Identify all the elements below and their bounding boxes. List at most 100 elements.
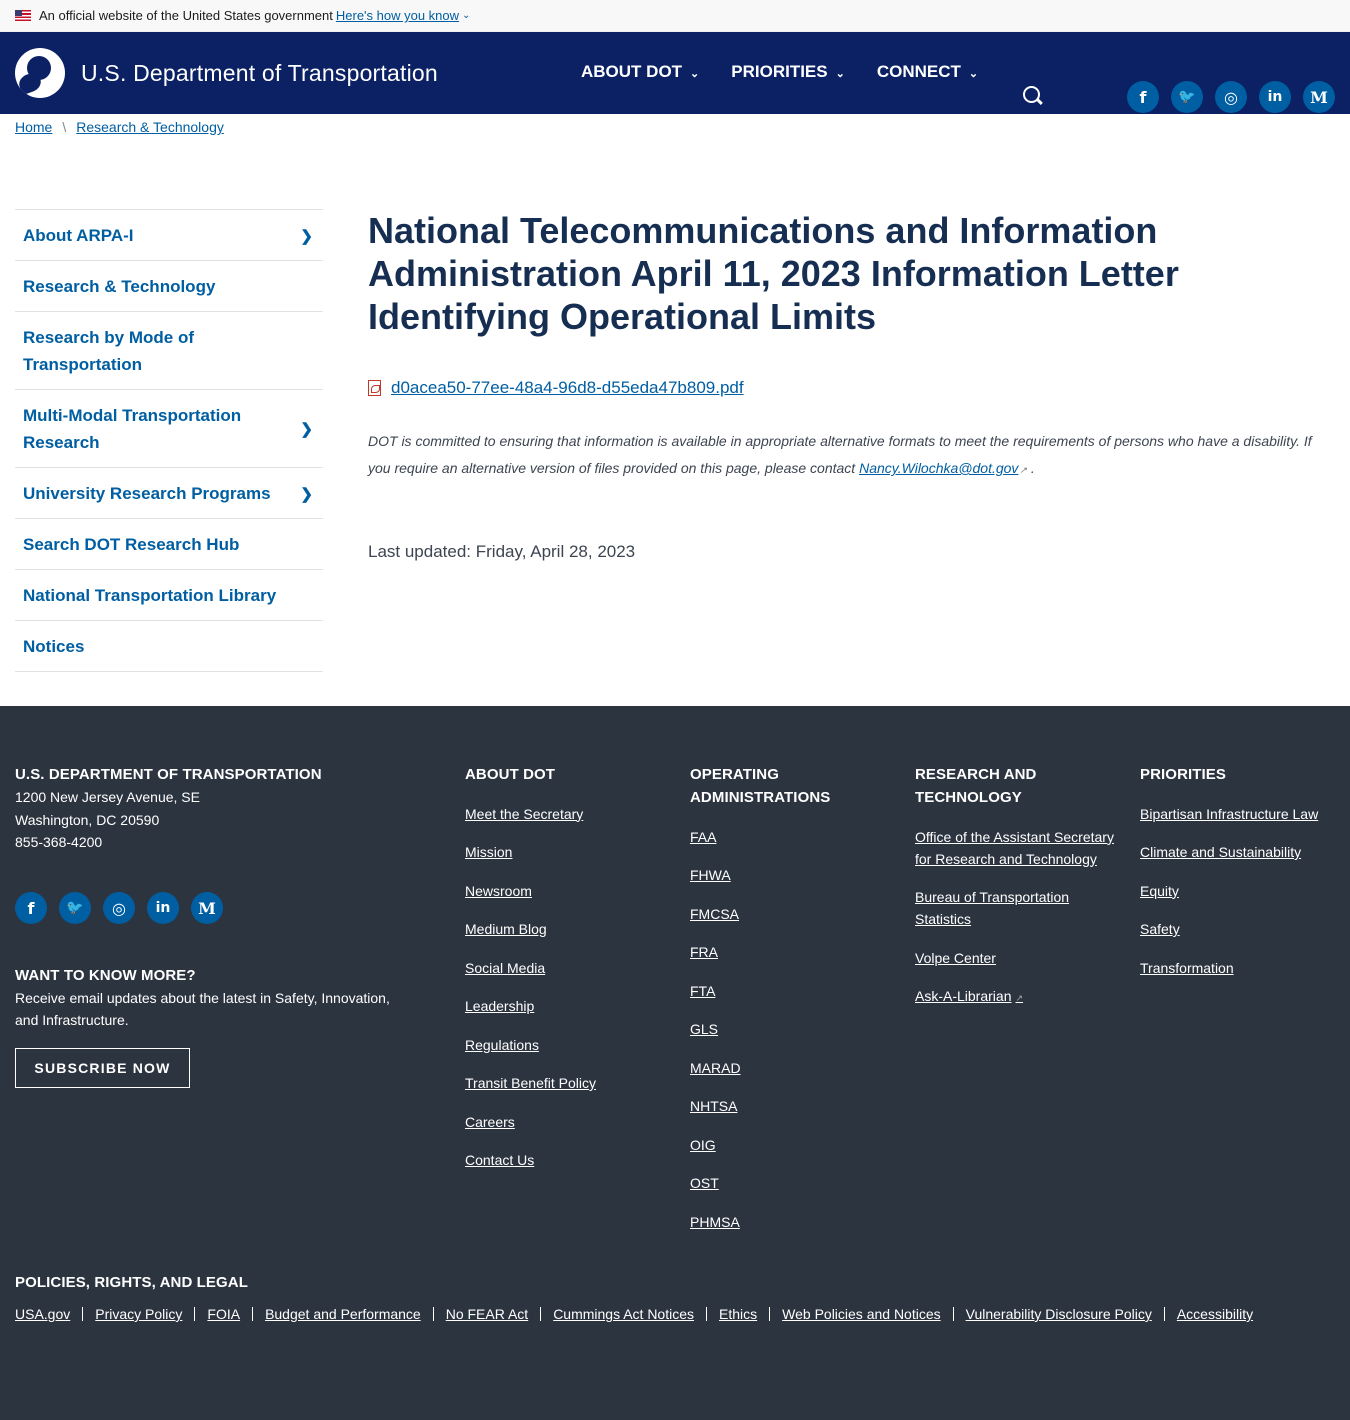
site-header: U.S. Department of Transportation ABOUT … [0,32,1350,114]
nav-about-dot[interactable]: ABOUT DOT ⌄ [581,62,699,82]
footer-link-bts[interactable]: Bureau of Transportation Statistics [915,886,1115,930]
footer-link-mission[interactable]: Mission [465,841,665,863]
chevron-right-icon[interactable]: ❯ [300,485,313,503]
footer-dept-heading: U.S. DEPARTMENT OF TRANSPORTATION [15,766,322,783]
contact-email-link[interactable]: Nancy.Wilochka@dot.gov [859,460,1018,476]
footer-link-regulations[interactable]: Regulations [465,1034,665,1056]
footer-link-fta[interactable]: FTA [690,980,890,1002]
subscribe-button[interactable]: SUBSCRIBE NOW [15,1048,190,1088]
instagram-icon[interactable]: ◎ [103,892,135,924]
footer-link-meet-secretary[interactable]: Meet the Secretary [465,803,665,825]
sidenav-item-search-research-hub[interactable]: Search DOT Research Hub [15,519,323,570]
medium-icon[interactable]: M [1303,81,1335,113]
pdf-file-link[interactable]: d0acea50-77ee-48a4-96d8-d55eda47b809.pdf [391,378,744,398]
footer-link-medium-blog[interactable]: Medium Blog [465,918,665,940]
policy-link-foia[interactable]: FOIA [207,1306,240,1322]
footer-research-heading: RESEARCH AND TECHNOLOGY [915,766,1037,806]
sidenav-item-research-by-mode[interactable]: Research by Mode of Transportation [15,312,323,390]
footer-link-safety[interactable]: Safety [1140,918,1340,940]
policy-link-privacy[interactable]: Privacy Policy [95,1306,182,1322]
footer-phone: 855-368-4200 [15,834,103,850]
sidenav-item-national-transportation-library[interactable]: National Transportation Library [15,570,323,621]
footer-link-phmsa[interactable]: PHMSA [690,1211,890,1233]
policy-link-web-policies[interactable]: Web Policies and Notices [782,1306,940,1322]
us-flag-icon [15,10,31,21]
chevron-right-icon[interactable]: ❯ [300,227,313,245]
policy-link-budget[interactable]: Budget and Performance [265,1306,421,1322]
policy-link-no-fear[interactable]: No FEAR Act [446,1306,528,1322]
sidenav-item-about-arpa-i[interactable]: About ARPA-I ❯ [15,210,323,261]
footer-link-fhwa[interactable]: FHWA [690,864,890,886]
footer-link-ask-a-librarian[interactable]: Ask-A-Librarian ↗ [915,985,1115,1009]
sidenav-item-label: University Research Programs [23,484,271,503]
gov-banner-text: An official website of the United States… [39,8,333,23]
footer-link-careers[interactable]: Careers [465,1111,665,1133]
footer-address-line: Washington, DC 20590 [15,811,160,828]
newsletter-heading: WANT TO KNOW MORE? [15,967,196,984]
linkedin-icon[interactable]: in [147,892,179,924]
footer-link-fmcsa[interactable]: FMCSA [690,903,890,925]
sidenav-item-research-technology[interactable]: Research & Technology [15,261,323,312]
sidenav-item-university-research[interactable]: University Research Programs ❯ [15,468,323,519]
facebook-icon[interactable]: f [15,892,47,924]
main-nav: ABOUT DOT ⌄ PRIORITIES ⌄ CONNECT ⌄ [581,62,1010,82]
footer-link-faa[interactable]: FAA [690,826,890,848]
policy-link-accessibility[interactable]: Accessibility [1177,1306,1253,1322]
policy-link-ethics[interactable]: Ethics [719,1306,757,1322]
policy-link-usa-gov[interactable]: USA.gov [15,1306,70,1322]
footer-link-social-media[interactable]: Social Media [465,957,665,979]
search-icon[interactable] [1022,85,1044,107]
footer-link-climate[interactable]: Climate and Sustainability [1140,841,1340,863]
divider [769,1307,771,1321]
footer-link-volpe[interactable]: Volpe Center [915,947,1115,969]
breadcrumb-separator: \ [62,119,67,135]
footer-link-ost[interactable]: OST [690,1172,890,1194]
sidenav-item-notices[interactable]: Notices [15,621,323,672]
logo-text: U.S. Department of Transportation [81,59,438,86]
footer-link-transit-benefit[interactable]: Transit Benefit Policy [465,1072,665,1094]
footer-link-newsroom[interactable]: Newsroom [465,880,665,902]
facebook-icon[interactable]: f [1127,81,1159,113]
twitter-icon[interactable]: 🐦 [59,892,91,924]
divider [194,1307,196,1321]
footer-research-technology: RESEARCH AND TECHNOLOGY Office of the As… [915,763,1115,1009]
footer-operating-heading: OPERATING ADMINISTRATIONS [690,766,831,806]
heres-how-you-know-link[interactable]: Here's how you know [336,8,459,23]
sidenav-item-multi-modal[interactable]: Multi-Modal Transportation Research ❯ [15,390,323,468]
footer-link-contact-us[interactable]: Contact Us [465,1149,665,1171]
footer-operating-admins: OPERATING ADMINISTRATIONS FAA FHWA FMCSA… [690,763,890,1233]
medium-icon[interactable]: M [191,892,223,924]
footer-link-fra[interactable]: FRA [690,941,890,963]
nav-priorities[interactable]: PRIORITIES ⌄ [731,62,845,82]
chevron-down-icon: ⌄ [690,68,700,80]
instagram-icon[interactable]: ◎ [1215,81,1247,113]
breadcrumb-research-technology[interactable]: Research & Technology [76,119,224,135]
policy-link-cummings[interactable]: Cummings Act Notices [553,1306,694,1322]
sidenav-item-label: About ARPA-I [23,226,134,245]
footer-link-nhtsa[interactable]: NHTSA [690,1095,890,1117]
footer-priorities-heading: PRIORITIES [1140,766,1227,783]
nav-label: ABOUT DOT [581,62,683,81]
nav-connect[interactable]: CONNECT ⌄ [877,62,978,82]
chevron-down-icon[interactable]: ⌄ [462,10,470,21]
chevron-right-icon[interactable]: ❯ [300,420,313,438]
footer-link-gls[interactable]: GLS [690,1018,890,1040]
footer-link-transformation[interactable]: Transformation [1140,957,1340,979]
footer-link-marad[interactable]: MARAD [690,1057,890,1079]
sidenav-item-label: Search DOT Research Hub [23,535,240,554]
footer-link-ost-r[interactable]: Office of the Assistant Secretary for Re… [915,826,1115,870]
footer-link-leadership[interactable]: Leadership [465,995,665,1017]
footer-link-bipartisan-infrastructure[interactable]: Bipartisan Infrastructure Law [1140,803,1340,825]
policy-link-vulnerability[interactable]: Vulnerability Disclosure Policy [966,1306,1152,1322]
footer-policy-links: USA.gov Privacy Policy FOIA Budget and P… [15,1306,1253,1322]
footer-link-equity[interactable]: Equity [1140,880,1340,902]
sidenav-item-label: Research & Technology [23,277,216,296]
dot-logo[interactable]: U.S. Department of Transportation [15,48,438,98]
linkedin-icon[interactable]: in [1259,81,1291,113]
site-footer: U.S. DEPARTMENT OF TRANSPORTATION 1200 N… [0,706,1350,1420]
breadcrumb-home[interactable]: Home [15,119,52,135]
twitter-icon[interactable]: 🐦 [1171,81,1203,113]
footer-link-oig[interactable]: OIG [690,1134,890,1156]
external-link-icon: ↗ [1019,465,1027,475]
divider [252,1307,254,1321]
